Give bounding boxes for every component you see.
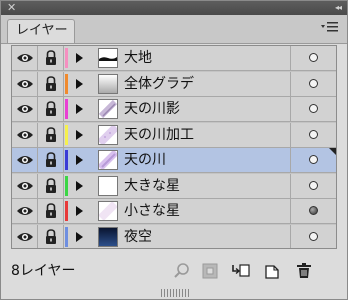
target-cell[interactable]: [290, 97, 336, 121]
visibility-eye-icon[interactable]: [12, 148, 38, 172]
locate-object-icon[interactable]: [173, 262, 191, 280]
layer-name[interactable]: 天の川: [124, 148, 166, 172]
layer-row[interactable]: 夜空: [12, 224, 336, 249]
target-cell[interactable]: [290, 46, 336, 70]
target-cell[interactable]: [290, 224, 336, 248]
tab-layers[interactable]: レイヤー: [7, 19, 75, 43]
expand-triangle-icon[interactable]: [76, 53, 83, 63]
layer-name[interactable]: 全体グラデ: [124, 72, 194, 96]
visibility-eye-icon[interactable]: [12, 122, 38, 147]
visibility-eye-icon[interactable]: [12, 224, 38, 248]
layer-color-swatch: [65, 226, 68, 247]
layer-name[interactable]: 天の川加工: [124, 123, 194, 147]
panel-menu-icon[interactable]: [321, 21, 339, 35]
expand-triangle-icon[interactable]: [76, 155, 83, 165]
collapse-panel-icon[interactable]: ◂◂: [335, 1, 342, 15]
lock-icon[interactable]: [38, 71, 64, 96]
target-circle-icon[interactable]: [309, 206, 318, 215]
make-clipping-mask-icon[interactable]: [201, 262, 219, 280]
lock-icon[interactable]: [38, 173, 64, 198]
lock-icon[interactable]: [38, 224, 64, 248]
lock-icon[interactable]: [38, 122, 64, 147]
target-circle-icon[interactable]: [309, 53, 318, 62]
layer-thumbnail: [98, 48, 118, 68]
target-cell[interactable]: [290, 173, 336, 198]
target-circle-icon[interactable]: [309, 104, 318, 113]
delete-layer-icon[interactable]: [295, 262, 313, 280]
panel-title-bar: ✕ ◂◂: [1, 1, 347, 15]
target-cell[interactable]: [290, 122, 336, 147]
expand-triangle-icon[interactable]: [76, 180, 83, 191]
layer-thumbnail: [98, 201, 118, 221]
expand-triangle-icon[interactable]: [76, 129, 83, 140]
layer-row[interactable]: 大地: [12, 46, 336, 71]
visibility-eye-icon[interactable]: [12, 199, 38, 223]
layer-row[interactable]: 小さな星: [12, 199, 336, 224]
close-icon[interactable]: ✕: [7, 1, 16, 15]
visibility-eye-icon[interactable]: [12, 173, 38, 198]
layer-row[interactable]: 天の川: [12, 148, 336, 173]
visibility-eye-icon[interactable]: [12, 46, 38, 70]
layer-color-swatch: [65, 99, 68, 119]
visibility-eye-icon[interactable]: [12, 97, 38, 121]
lock-icon[interactable]: [38, 46, 64, 70]
expand-triangle-icon[interactable]: [76, 78, 83, 89]
layer-name[interactable]: 夜空: [124, 225, 152, 249]
selection-indicator-icon: [329, 148, 336, 155]
target-circle-icon[interactable]: [309, 155, 318, 164]
target-circle-icon[interactable]: [309, 231, 318, 241]
layer-row[interactable]: 全体グラデ: [12, 71, 336, 97]
new-layer-icon[interactable]: [263, 262, 281, 280]
resize-grip[interactable]: [161, 289, 189, 297]
layer-thumbnail: [98, 99, 118, 119]
layer-color-swatch: [65, 201, 68, 221]
layer-name[interactable]: 天の川影: [124, 97, 180, 121]
target-cell[interactable]: [290, 199, 336, 223]
layer-name[interactable]: 小さな星: [124, 199, 180, 223]
layer-color-swatch: [65, 150, 68, 170]
panel-footer: 8レイヤー: [1, 253, 347, 289]
layer-row[interactable]: 大きな星: [12, 173, 336, 199]
layer-thumbnail: [98, 175, 118, 196]
expand-triangle-icon[interactable]: [76, 206, 83, 216]
visibility-eye-icon[interactable]: [12, 71, 38, 96]
layer-row[interactable]: 天の川影: [12, 97, 336, 122]
layer-name[interactable]: 大地: [124, 46, 152, 70]
lock-icon[interactable]: [38, 148, 64, 172]
layer-color-swatch: [65, 124, 68, 145]
expand-triangle-icon[interactable]: [76, 231, 83, 242]
layer-color-swatch: [65, 73, 68, 94]
layer-color-swatch: [65, 175, 68, 196]
layer-color-swatch: [65, 48, 68, 68]
target-circle-icon[interactable]: [309, 180, 318, 190]
target-circle-icon[interactable]: [309, 78, 318, 88]
layer-row[interactable]: 天の川加工: [12, 122, 336, 148]
lock-icon[interactable]: [38, 199, 64, 223]
layer-name[interactable]: 大きな星: [124, 174, 180, 198]
layer-thumbnail: [98, 150, 118, 170]
expand-triangle-icon[interactable]: [76, 104, 83, 114]
target-cell[interactable]: [290, 71, 336, 96]
layer-list: 大地 全体グラデ 天の川影 天の川加工 天の川 大きな星 小さな星 夜空: [11, 45, 337, 249]
layer-thumbnail: [98, 124, 118, 145]
layer-thumbnail: [98, 226, 118, 247]
target-circle-icon[interactable]: [309, 129, 318, 139]
new-sublayer-icon[interactable]: [231, 262, 250, 280]
layer-thumbnail: [98, 73, 118, 94]
layer-count: 8レイヤー: [11, 263, 76, 279]
layers-panel: ✕ ◂◂ レイヤー 大地 全体グラデ 天の川影 天の川加工 天の川 大きな星 小さな星 夜空 …: [0, 0, 348, 300]
tab-bar: レイヤー: [1, 15, 347, 44]
lock-icon[interactable]: [38, 97, 64, 121]
target-cell[interactable]: [290, 148, 336, 172]
